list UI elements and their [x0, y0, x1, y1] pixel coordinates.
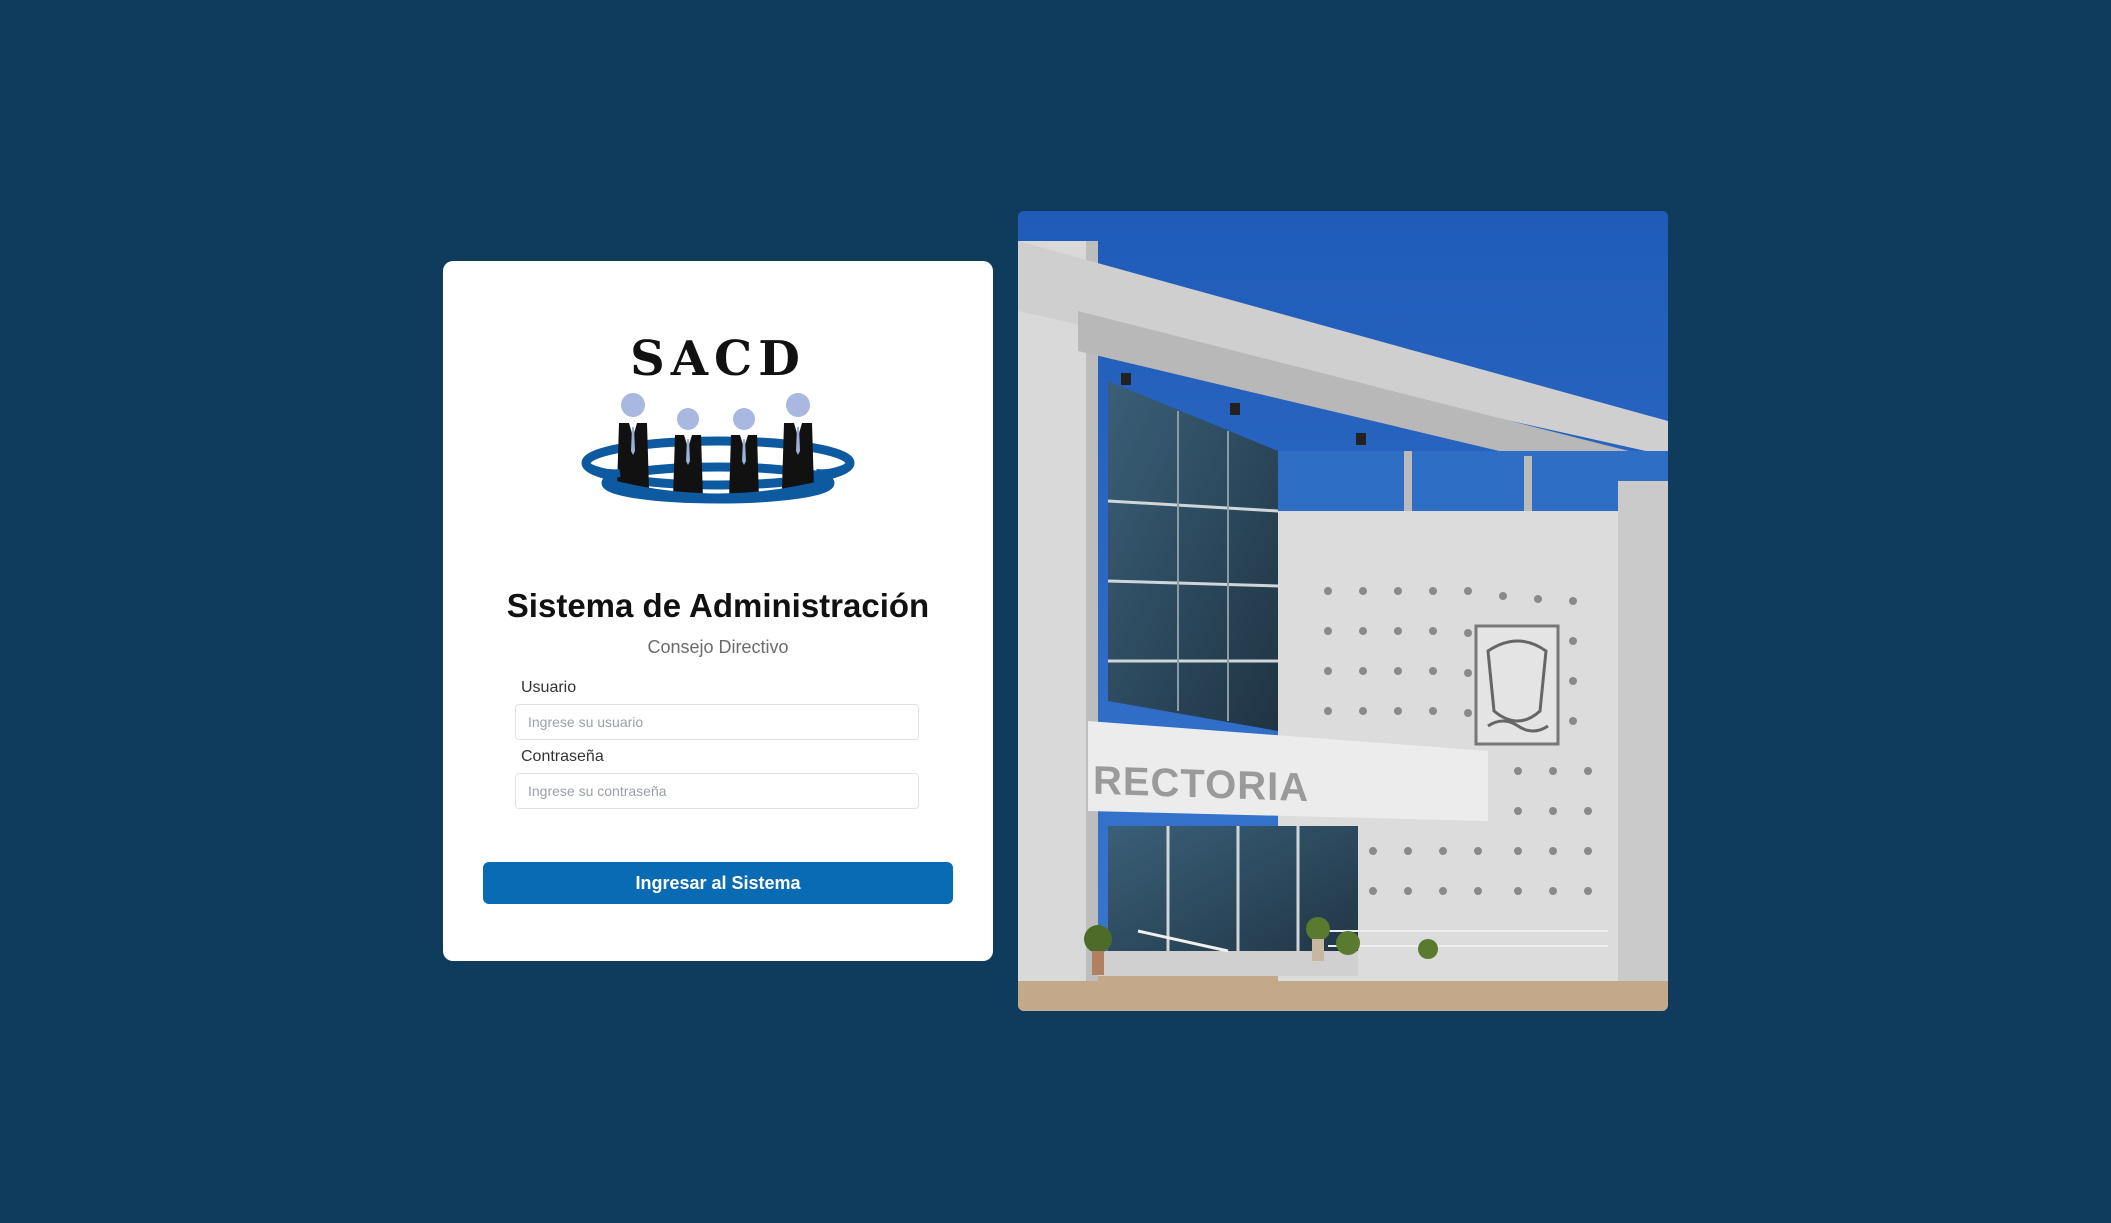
rectoria-sign-text: RECTORIA	[1093, 759, 1309, 811]
username-label: Usuario	[521, 679, 577, 696]
rectoria-building-photo: RECTORIA	[1018, 211, 1668, 1011]
password-label: Contraseña	[521, 748, 604, 765]
login-submit-button[interactable]: Ingresar al Sistema	[483, 862, 953, 904]
page-subtitle: Consejo Directivo	[647, 637, 789, 657]
page-title: Sistema de Administración	[506, 587, 930, 624]
password-input[interactable]	[515, 773, 919, 809]
login-card: SACD Sistema de Administración Consejo D…	[443, 261, 993, 961]
building-illustration: RECTORIA	[1018, 211, 1668, 1011]
username-input[interactable]	[515, 704, 919, 740]
council-members-icon	[581, 393, 855, 504]
sacd-logo: SACD	[576, 331, 860, 521]
logo-text: SACD	[630, 331, 806, 387]
